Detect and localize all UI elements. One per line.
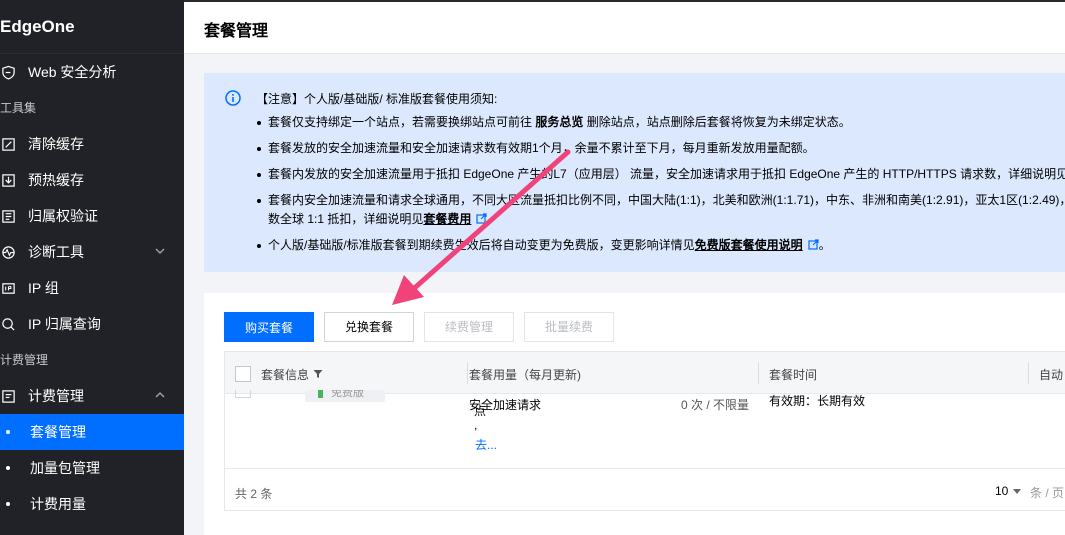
- table-footer: 共 2 条 10 条 / 页: [225, 468, 1065, 512]
- notice-text: 套餐内发放的安全加速流量用于抵扣 EdgeOne 产生的L7（应用层） 流量，安…: [268, 167, 1065, 181]
- sidebar-item-label: 计费管理: [28, 388, 84, 404]
- sidebar-item-plan-management[interactable]: 套餐管理: [0, 414, 184, 450]
- column-header-auto: 自动: [1039, 368, 1064, 382]
- per-page-label: 条 / 页: [1030, 486, 1065, 500]
- column-divider: [758, 362, 759, 384]
- total-count: 共 2 条: [235, 487, 273, 501]
- sidebar-item-label: 预热缓存: [28, 172, 84, 188]
- search-icon: [0, 316, 16, 332]
- notice-text: 删除站点，站点删除后套餐将恢复为未绑定状态。: [583, 115, 851, 129]
- external-link-icon: [476, 213, 487, 224]
- sidebar-item-ip-group[interactable]: IP 组: [0, 270, 184, 306]
- sidebar-item-web-security[interactable]: Web 安全分析: [0, 54, 184, 90]
- sidebar-item-billing-usage[interactable]: 计费用量: [0, 486, 184, 522]
- sidebar-item-purge-cache[interactable]: 清除缓存: [0, 126, 184, 162]
- page-header: 套餐管理: [184, 0, 1065, 54]
- sidebar-item-label: IP 组: [28, 280, 59, 296]
- diagnostic-icon: [0, 244, 16, 260]
- column-header-plan-info[interactable]: 套餐信息: [261, 366, 323, 383]
- notice-item: 套餐内安全加速流量和请求全球通用，不同大区流量抵扣比例不同，中国大陆(1:1)，…: [256, 194, 1065, 226]
- select-all-checkbox[interactable]: [235, 366, 251, 382]
- column-label: 套餐信息: [261, 368, 310, 382]
- notice-item: 套餐发放的安全加速流量和安全加速请求数有效期1个月，余量不累计至下月，每月重新发…: [256, 142, 1065, 155]
- external-link-icon: [808, 239, 819, 250]
- notice-text: 。: [818, 238, 831, 252]
- filter-icon[interactable]: [313, 369, 323, 379]
- sidebar-item-label: IP 归属查询: [28, 316, 101, 332]
- sidebar-item-label: 加量包管理: [30, 460, 100, 476]
- verify-icon: [0, 208, 16, 224]
- notice-text: 套餐发放的安全加速流量和安全加速请求数有效期1个月，余量不累计至下月，每月重新发…: [268, 141, 815, 155]
- notice-list: 套餐仅支持绑定一个站点，若需要换绑站点可前往 服务总览 删除站点，站点删除后套餐…: [256, 116, 1065, 265]
- sidebar-item-label: 归属权验证: [28, 208, 98, 224]
- sidebar-item-ip-lookup[interactable]: IP 归属查询: [0, 306, 184, 342]
- notice-text: 个人版/基础版/标准版套餐到期续费生效后将自动变更为免费版，变更影响详情见: [268, 238, 695, 252]
- sidebar-item-label: 诊断工具: [28, 244, 84, 260]
- sidebar-item-label: 套餐管理: [30, 424, 86, 440]
- batch-renew-button[interactable]: 批量续费: [524, 312, 614, 342]
- sidebar-item-label: 计费用量: [30, 496, 86, 512]
- row-checkbox[interactable]: [235, 390, 251, 398]
- top-border: [184, 0, 1065, 2]
- plan-table: 套餐信息 套餐用量（每月更新) 套餐时间 自动 免费版 安全加速请求 点 , 去…: [224, 351, 1065, 511]
- page-title: 套餐管理: [204, 23, 269, 40]
- free-plan-doc-link[interactable]: 免费版套餐使用说明: [695, 238, 803, 252]
- plan-fee-link[interactable]: 套餐费用: [423, 212, 471, 226]
- notice-text: 套餐仅支持绑定一个站点，若需要换绑站点可前往: [268, 115, 536, 129]
- column-divider: [1028, 362, 1029, 384]
- buy-plan-button[interactable]: 购买套餐: [224, 312, 314, 342]
- notice-heading: 【注意】个人版/基础版/ 标准版套餐使用须知:: [256, 92, 498, 106]
- sidebar-item-diagnostic-tools[interactable]: 诊断工具: [0, 234, 184, 270]
- column-header-usage: 套餐用量（每月更新): [469, 368, 581, 382]
- page-size-value: 10: [995, 484, 1009, 498]
- usage-glyph: 点: [474, 404, 487, 418]
- status-dot: [318, 390, 323, 398]
- renew-management-button[interactable]: 续费管理: [424, 312, 514, 342]
- bullet-icon: [6, 466, 10, 470]
- notice-text: 数全球 1:1 抵扣，详细说明见: [268, 212, 424, 226]
- sidebar: EdgeOne Web 安全分析 工具集 清除缓存 预热缓存 归属权验证 诊断工…: [0, 0, 184, 535]
- column-divider: [467, 362, 468, 384]
- brand-logo[interactable]: EdgeOne: [0, 0, 184, 54]
- caret-down-icon: [1013, 489, 1022, 494]
- chevron-down-icon: [155, 248, 165, 254]
- sidebar-item-billing[interactable]: 计费管理: [0, 378, 184, 414]
- bullet-icon: [6, 430, 10, 434]
- service-overview-link[interactable]: 服务总览: [535, 115, 583, 129]
- plan-validity: 有效期：长期有效: [769, 394, 866, 408]
- usage-glyph: ,: [474, 418, 478, 432]
- sidebar-item-addon-management[interactable]: 加量包管理: [0, 450, 184, 486]
- shield-icon: [0, 64, 16, 80]
- notice-banner: 【注意】个人版/基础版/ 标准版套餐使用须知: 套餐仅支持绑定一个站点，若需要换…: [204, 73, 1065, 272]
- column-header-time: 套餐时间: [769, 368, 818, 382]
- chevron-up-icon: [155, 392, 165, 398]
- notice-text-line: 数全球 1:1 抵扣，详细说明见套餐费用: [268, 213, 1065, 226]
- sidebar-item-ownership[interactable]: 归属权验证: [0, 198, 184, 234]
- page-size-select[interactable]: 10: [995, 484, 1022, 498]
- ip-icon: [0, 280, 16, 296]
- usage-value: 0 次 / 不限量: [681, 398, 750, 412]
- table-header: 套餐信息 套餐用量（每月更新) 套餐时间 自动: [225, 352, 1065, 394]
- nav-group-tools: 工具集: [0, 101, 37, 115]
- nav-group-billing: 计费管理: [0, 353, 49, 367]
- notice-text: 套餐内安全加速流量和请求全球通用，不同大区流量抵扣比例不同，中国大陆(1:1)，…: [268, 193, 1065, 207]
- plan-badge: 免费版: [305, 390, 385, 402]
- plan-panel: 购买套餐 兑换套餐 续费管理 批量续费 套餐信息 套餐用量（每月更新) 套餐时间…: [204, 293, 1065, 535]
- notice-item: 套餐内发放的安全加速流量用于抵扣 EdgeOne 产生的L7（应用层） 流量，安…: [256, 168, 1065, 181]
- notice-item: 个人版/基础版/标准版套餐到期续费生效后将自动变更为免费版，变更影响详情见免费版…: [256, 239, 1065, 252]
- billing-icon: [0, 388, 16, 404]
- download-icon: [0, 172, 16, 188]
- sidebar-item-label: Web 安全分析: [28, 64, 117, 80]
- plan-badge-label: 免费版: [331, 390, 364, 399]
- more-link[interactable]: 去...: [475, 436, 497, 453]
- bullet-icon: [6, 502, 10, 506]
- exchange-plan-button[interactable]: 兑换套餐: [324, 312, 414, 342]
- info-icon: [225, 90, 241, 106]
- sidebar-item-label: 清除缓存: [28, 136, 84, 152]
- notice-item: 套餐仅支持绑定一个站点，若需要换绑站点可前往 服务总览 删除站点，站点删除后套餐…: [256, 116, 1065, 129]
- sidebar-item-prefetch-cache[interactable]: 预热缓存: [0, 162, 184, 198]
- purge-icon: [0, 136, 16, 152]
